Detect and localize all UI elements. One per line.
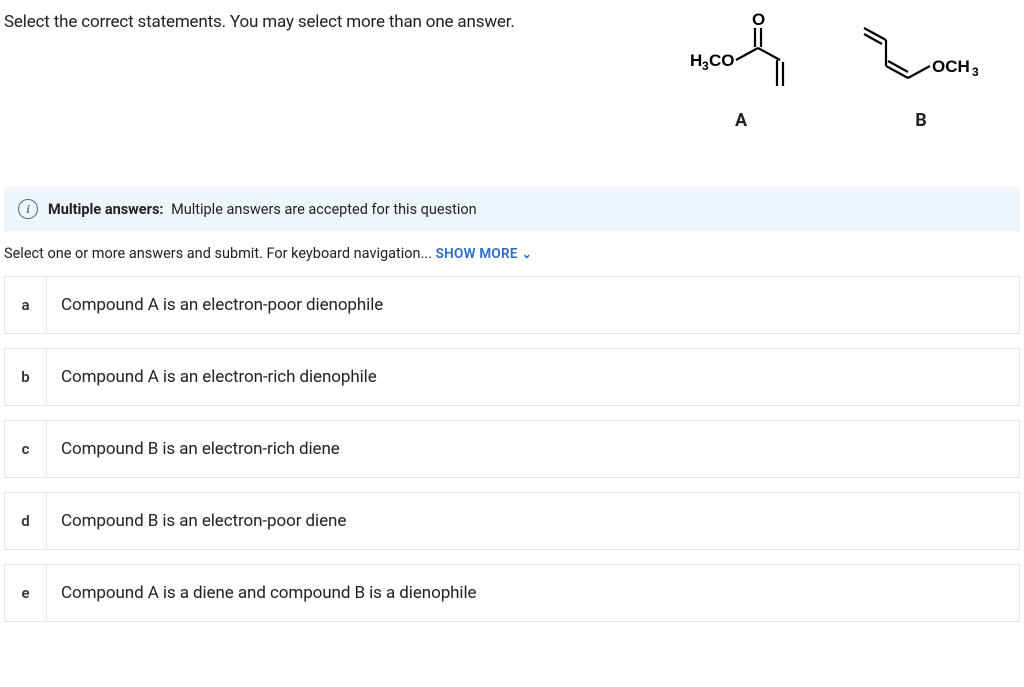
option-c[interactable]: c Compound B is an electron-rich diene [4, 420, 1020, 478]
structure-b: OCH 3 B [846, 12, 996, 131]
structure-a-left-sub: 3 [702, 59, 709, 73]
structure-a-left-co: CO [709, 51, 735, 70]
option-text: Compound B is an electron-poor diene [47, 493, 360, 549]
structure-a-top-o: O [752, 12, 765, 29]
info-icon: i [18, 199, 38, 219]
chevron-down-icon: ⌄ [522, 247, 532, 261]
option-letter: b [5, 349, 47, 405]
option-letter: c [5, 421, 47, 477]
answer-options: a Compound A is an electron-poor dienoph… [4, 276, 1020, 622]
show-more-link[interactable]: SHOW MORE ⌄ [436, 246, 532, 262]
structure-a-left-label: H [690, 51, 702, 70]
instructions: Select one or more answers and submit. F… [4, 245, 1020, 262]
chemical-structures: H 3 CO O A OCH 3 [676, 12, 996, 131]
option-text: Compound A is a diene and compound B is … [47, 565, 490, 621]
structure-b-right-och: OCH [932, 57, 970, 76]
info-banner: i Multiple answers: Multiple answers are… [4, 187, 1020, 231]
option-text: Compound A is an electron-rich dienophil… [47, 349, 391, 405]
instructions-text: Select one or more answers and submit. F… [4, 245, 432, 262]
info-bold: Multiple answers: [48, 201, 163, 218]
info-text: Multiple answers are accepted for this q… [171, 201, 477, 218]
option-letter: e [5, 565, 47, 621]
structure-a-label: A [676, 110, 806, 131]
option-letter: a [5, 277, 47, 333]
option-text: Compound A is an electron-poor dienophil… [47, 277, 397, 333]
structure-b-label: B [846, 110, 996, 131]
option-a[interactable]: a Compound A is an electron-poor dienoph… [4, 276, 1020, 334]
option-d[interactable]: d Compound B is an electron-poor diene [4, 492, 1020, 550]
structure-a: H 3 CO O A [676, 12, 806, 131]
question-text: Select the correct statements. You may s… [4, 8, 676, 32]
option-e[interactable]: e Compound A is a diene and compound B i… [4, 564, 1020, 622]
option-letter: d [5, 493, 47, 549]
structure-b-right-sub: 3 [972, 65, 979, 79]
option-text: Compound B is an electron-rich diene [47, 421, 354, 477]
option-b[interactable]: b Compound A is an electron-rich dienoph… [4, 348, 1020, 406]
